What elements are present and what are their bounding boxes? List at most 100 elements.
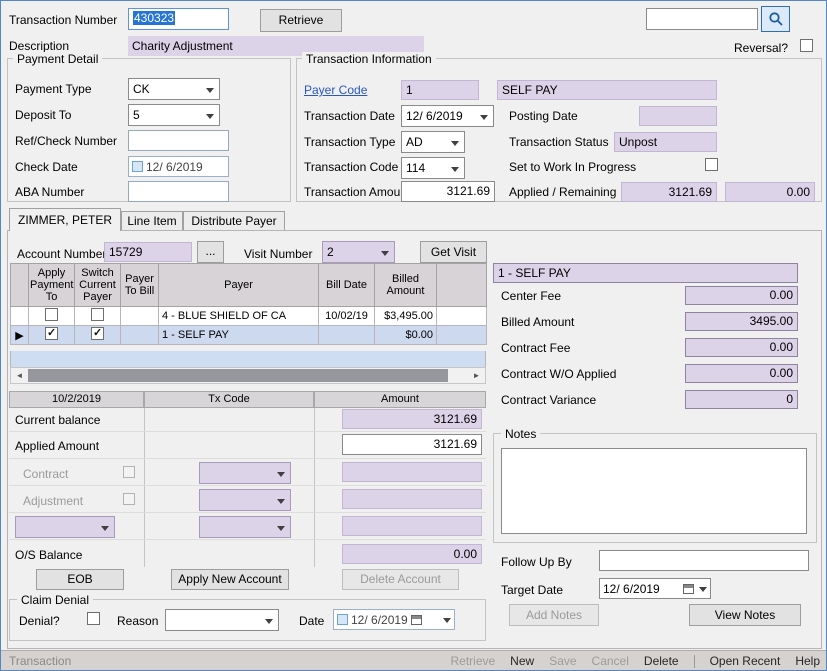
denial-date-label: Date bbox=[299, 614, 325, 628]
tab-line-item[interactable]: Line Item bbox=[121, 211, 183, 230]
os-balance-label: O/S Balance bbox=[15, 548, 83, 562]
applied-amount-input[interactable]: 3121.69 bbox=[342, 434, 482, 455]
description-label: Description bbox=[9, 39, 70, 53]
adjustment-checkbox[interactable] bbox=[123, 493, 135, 505]
scroll-right-icon[interactable]: ► bbox=[468, 368, 485, 383]
statusbar-new[interactable]: New bbox=[510, 654, 534, 668]
scrollbar-thumb[interactable] bbox=[28, 369, 448, 382]
deposit-to-label: Deposit To bbox=[15, 108, 72, 122]
reason-dropdown[interactable] bbox=[165, 609, 279, 631]
tab-patient[interactable]: ZIMMER, PETER bbox=[9, 208, 121, 231]
grid-tx-code-header: Tx Code bbox=[144, 391, 314, 408]
check-date-label: Check Date bbox=[15, 160, 78, 174]
applied-amount-label: Applied Amount bbox=[15, 439, 100, 453]
get-visit-button[interactable]: Get Visit bbox=[420, 241, 487, 263]
tab-distribute-payer[interactable]: Distribute Payer bbox=[183, 211, 285, 230]
aba-number-input[interactable] bbox=[128, 181, 229, 202]
switch-payer-checkbox[interactable] bbox=[91, 308, 104, 321]
payment-type-label: Payment Type bbox=[15, 82, 92, 96]
grid-hline bbox=[9, 431, 486, 432]
apply-payment-checkbox[interactable] bbox=[45, 327, 58, 340]
statusbar-open-recent[interactable]: Open Recent bbox=[710, 654, 781, 668]
view-notes-button[interactable]: View Notes bbox=[689, 604, 801, 626]
check-date-checkbox[interactable] bbox=[132, 161, 143, 172]
denial-date-checkbox[interactable] bbox=[337, 614, 348, 625]
transaction-amount-input[interactable]: 3121.69 bbox=[401, 181, 495, 202]
denial-checkbox[interactable] bbox=[87, 612, 100, 625]
horizontal-scrollbar[interactable]: ◄ ► bbox=[10, 367, 486, 384]
check-date-picker[interactable]: 12/ 6/2019 bbox=[128, 156, 229, 177]
contract-tx-code-dropdown[interactable] bbox=[199, 462, 291, 484]
transaction-type-dropdown[interactable]: AD bbox=[401, 131, 465, 153]
adjustment-tx-code-dropdown[interactable] bbox=[199, 489, 291, 511]
notes-textarea[interactable] bbox=[501, 448, 807, 534]
payer-table-header: Apply Payment To Switch Current Payer Pa… bbox=[10, 263, 487, 307]
ref-check-number-input[interactable] bbox=[128, 130, 229, 151]
aba-number-label: ABA Number bbox=[15, 185, 85, 199]
reason-label: Reason bbox=[117, 614, 159, 628]
retrieve-button[interactable]: Retrieve bbox=[260, 9, 342, 32]
account-browse-button[interactable]: ... bbox=[197, 241, 224, 263]
transaction-status-field: Unpost bbox=[614, 132, 717, 152]
transaction-number-label: Transaction Number bbox=[9, 13, 118, 27]
col-payer-to-bill: Payer To Bill bbox=[120, 263, 159, 307]
table-row-selected[interactable]: ▶ 1 - SELF PAY $0.00 bbox=[10, 325, 487, 345]
follow-up-by-label: Follow Up By bbox=[501, 555, 572, 569]
statusbar-retrieve[interactable]: Retrieve bbox=[450, 654, 495, 668]
account-number-field: 15729 bbox=[104, 242, 192, 262]
col-payer: Payer bbox=[158, 263, 319, 307]
deposit-to-dropdown[interactable]: 5 bbox=[128, 104, 220, 126]
switch-payer-checkbox[interactable] bbox=[91, 327, 104, 340]
row-selector-header bbox=[10, 263, 29, 307]
payer-table: Apply Payment To Switch Current Payer Pa… bbox=[10, 263, 487, 345]
statusbar-delete[interactable]: Delete bbox=[644, 654, 679, 668]
apply-new-account-button[interactable]: Apply New Account bbox=[171, 569, 289, 590]
grid-hline bbox=[9, 512, 486, 513]
billed-amount-label: Billed Amount bbox=[501, 315, 575, 329]
extra-tx-code-dropdown[interactable] bbox=[199, 516, 291, 538]
status-bar-actions: Retrieve New Save Cancel Delete Open Rec… bbox=[450, 651, 820, 670]
statusbar-save[interactable]: Save bbox=[549, 654, 576, 668]
search-button[interactable] bbox=[761, 6, 790, 32]
eob-button[interactable]: EOB bbox=[36, 569, 124, 590]
contract-checkbox[interactable] bbox=[123, 466, 135, 478]
transaction-status-label: Transaction Status bbox=[509, 135, 609, 149]
statusbar-divider bbox=[693, 654, 695, 668]
bill-date-cell: 10/02/19 bbox=[318, 306, 375, 326]
transaction-code-label: Transaction Code bbox=[304, 160, 399, 174]
apply-payment-checkbox[interactable] bbox=[45, 308, 58, 321]
wip-checkbox[interactable] bbox=[705, 158, 718, 171]
notes-title: Notes bbox=[501, 427, 541, 441]
contract-variance-label: Contract Variance bbox=[501, 393, 597, 407]
delete-account-button[interactable]: Delete Account bbox=[342, 569, 459, 590]
reversal-checkbox[interactable] bbox=[800, 39, 813, 52]
follow-up-by-input[interactable] bbox=[599, 550, 809, 571]
calendar-icon bbox=[410, 614, 422, 625]
table-row[interactable]: 4 - BLUE SHIELD OF CA 10/02/19 $3,495.00 bbox=[10, 306, 487, 326]
statusbar-help[interactable]: Help bbox=[795, 654, 820, 668]
denial-date-picker[interactable]: 12/ 6/2019 bbox=[333, 609, 455, 630]
extra-type-dropdown[interactable] bbox=[15, 516, 115, 538]
payment-detail-title: Payment Detail bbox=[13, 52, 103, 66]
target-date-value: 12/ 6/2019 bbox=[603, 581, 660, 596]
transaction-number-input[interactable]: 430323 bbox=[128, 8, 229, 30]
contract-wo-applied-label: Contract W/O Applied bbox=[501, 367, 617, 381]
scroll-left-icon[interactable]: ◄ bbox=[11, 368, 28, 383]
visit-number-dropdown[interactable]: 2 bbox=[322, 241, 395, 263]
contract-wo-applied-field: 0.00 bbox=[685, 364, 798, 383]
search-input[interactable] bbox=[646, 8, 758, 30]
payer-code-link[interactable]: Payer Code bbox=[304, 83, 367, 97]
add-notes-button[interactable]: Add Notes bbox=[509, 604, 599, 626]
transaction-code-dropdown[interactable]: 114 bbox=[401, 157, 465, 179]
transaction-date-dropdown[interactable]: 12/ 6/2019 bbox=[401, 105, 494, 127]
grid-hline bbox=[9, 539, 486, 540]
statusbar-cancel[interactable]: Cancel bbox=[592, 654, 629, 668]
col-billed-amount: Billed Amount bbox=[374, 263, 437, 307]
adjustment-amount-field bbox=[342, 489, 482, 509]
current-balance-field: 3121.69 bbox=[342, 409, 482, 429]
current-balance-label: Current balance bbox=[15, 413, 101, 427]
chevron-down-icon bbox=[699, 586, 707, 596]
target-date-picker[interactable]: 12/ 6/2019 bbox=[599, 578, 711, 599]
visit-number-label: Visit Number bbox=[244, 247, 313, 261]
payment-type-dropdown[interactable]: CK bbox=[128, 78, 220, 100]
